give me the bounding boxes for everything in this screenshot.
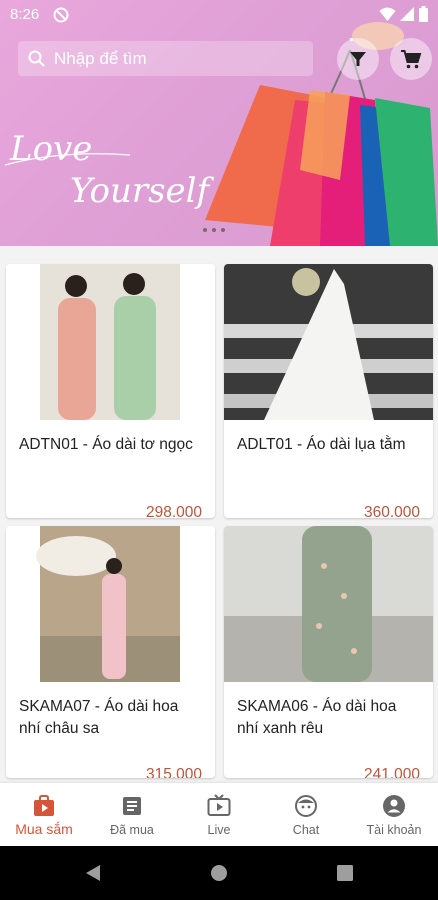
product-image xyxy=(224,264,433,420)
status-time: 8:26 xyxy=(10,6,40,23)
nav-label: Live xyxy=(207,823,231,837)
receipt-icon xyxy=(123,797,141,815)
search-icon xyxy=(28,50,45,67)
love-yourself-script: Love Yourself xyxy=(4,129,215,211)
cart-button[interactable] xyxy=(390,38,432,80)
banner-page-indicator xyxy=(203,228,225,232)
product-price: 360.000 xyxy=(363,504,420,518)
product-card[interactable]: ADLT01 - Áo dài lụa tằm 360.000 xyxy=(224,264,433,518)
product-card[interactable]: SKAMA07 - Áo dài hoa nhí châu sa 315.000 xyxy=(6,526,215,778)
do-not-disturb-icon xyxy=(53,7,69,23)
nav-label: Mua sắm xyxy=(15,821,73,837)
nav-label: Tài khoản xyxy=(366,823,422,837)
search-placeholder: Nhập để tìm xyxy=(54,48,147,68)
system-navigation-bar xyxy=(0,846,438,900)
product-image xyxy=(6,264,215,420)
product-price: 241.000 xyxy=(363,766,420,778)
nav-item-account[interactable]: Tài khoản xyxy=(350,783,438,846)
signal-icon xyxy=(400,7,414,21)
product-grid: ADTN01 - Áo dài tơ ngọc 298.000 ADLT01 -… xyxy=(0,246,438,783)
wifi-icon xyxy=(379,7,396,21)
account-icon xyxy=(383,795,405,817)
product-card[interactable]: SKAMA06 - Áo dài hoa nhí xanh rêu 241.00… xyxy=(224,526,433,778)
product-name: ADLT01 - Áo dài lụa tằm xyxy=(237,436,406,453)
filter-button[interactable] xyxy=(337,38,379,80)
chat-face-icon xyxy=(295,795,317,817)
page-dot xyxy=(212,228,216,232)
recents-icon[interactable] xyxy=(337,865,353,881)
filter-icon xyxy=(350,52,366,66)
svg-text:Love: Love xyxy=(9,129,92,169)
product-name: SKAMA07 - Áo dài hoa nhí châu sa xyxy=(19,698,179,737)
shopping-bag-icon xyxy=(34,795,54,816)
status-bar: 8:26 xyxy=(0,0,438,30)
bottom-navigation: Mua sắm Đã mua Live Chat Tài khoản xyxy=(0,783,438,846)
page-dot xyxy=(221,228,225,232)
product-image xyxy=(224,526,433,682)
live-tv-icon xyxy=(207,794,231,816)
nav-item-chat[interactable]: Chat xyxy=(262,783,350,846)
page-dot xyxy=(203,228,207,232)
product-price: 298.000 xyxy=(145,504,202,518)
promo-banner[interactable]: Love Yourself xyxy=(0,0,438,246)
nav-item-shopping[interactable]: Mua sắm xyxy=(0,783,88,846)
nav-item-live[interactable]: Live xyxy=(175,783,263,846)
search-input[interactable]: Nhập để tìm xyxy=(18,41,313,76)
nav-label: Đã mua xyxy=(110,823,154,837)
home-icon[interactable] xyxy=(210,864,228,882)
cart-icon xyxy=(401,50,422,69)
product-image xyxy=(6,526,215,682)
product-name: SKAMA06 - Áo dài hoa nhí xanh rêu xyxy=(237,698,397,737)
back-icon[interactable] xyxy=(84,864,102,882)
product-name: ADTN01 - Áo dài tơ ngọc xyxy=(19,436,193,453)
product-card[interactable]: ADTN01 - Áo dài tơ ngọc 298.000 xyxy=(6,264,215,518)
product-price: 315.000 xyxy=(145,766,202,778)
svg-text:Yourself: Yourself xyxy=(70,171,215,211)
nav-item-purchased[interactable]: Đã mua xyxy=(88,783,176,846)
battery-icon xyxy=(419,6,428,22)
nav-label: Chat xyxy=(292,823,320,837)
